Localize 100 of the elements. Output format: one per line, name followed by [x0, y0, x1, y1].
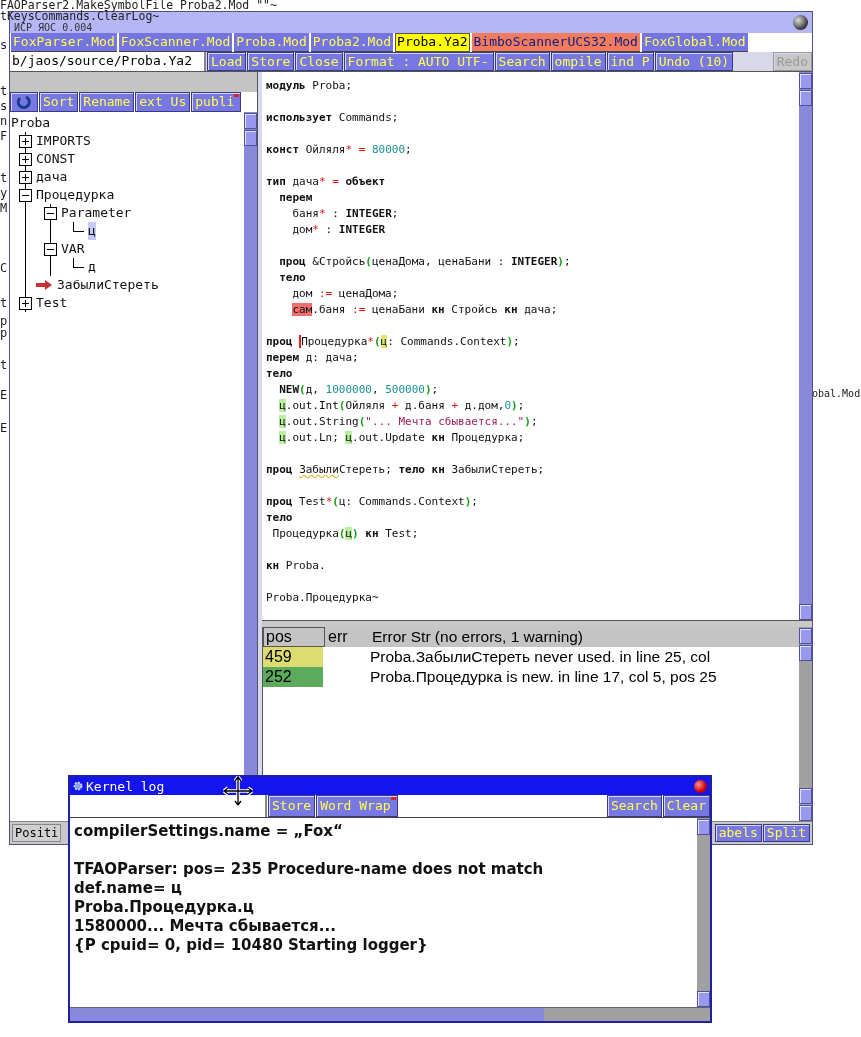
file-tab[interactable]: Proba.Mod — [234, 33, 309, 52]
code-line: перем д: дача; — [266, 350, 360, 366]
code-line: Процедурка(ц) кн Test; — [271, 526, 420, 542]
toolbar-button[interactable]: Close — [295, 52, 343, 71]
toolbar-button[interactable]: Search — [494, 52, 550, 71]
expand-toggle-icon[interactable] — [19, 134, 32, 148]
expand-toggle-icon[interactable] — [19, 170, 32, 184]
tree-item[interactable]: CONST — [36, 150, 76, 168]
tree-item[interactable]: ц — [88, 222, 96, 240]
file-tab[interactable]: FoxParser.Mod — [11, 33, 117, 52]
log-button[interactable]: Clear — [662, 795, 710, 817]
code-line: проц ЗабылиСтереть; тело кн ЗабылиСтереть; — [266, 462, 546, 478]
tree-button[interactable]: Rename — [79, 92, 135, 112]
status-button[interactable]: Positi — [12, 824, 62, 842]
tree-item[interactable]: Test — [36, 294, 68, 312]
column-header[interactable]: pos — [263, 627, 325, 647]
scrollbar[interactable] — [697, 818, 710, 1007]
table-cell-text: Proba.ЗабылиСтереть never used. in line 25, col — [369, 647, 712, 667]
code-line: кн Proba. — [266, 558, 327, 574]
desktop-text: M — [0, 201, 8, 215]
tree-item[interactable]: ЗабылиСтереть — [57, 276, 159, 294]
file-tab[interactable]: Proba.Ya2 — [395, 33, 470, 52]
tree-button[interactable]: ext Us — [135, 92, 191, 112]
expand-toggle-icon[interactable] — [44, 206, 57, 220]
expand-toggle-icon[interactable] — [19, 152, 32, 166]
file-tab[interactable]: FoxScanner.Mod — [118, 33, 233, 52]
code-line: конст Ойляля* = 80000; — [266, 142, 413, 158]
column-header[interactable]: err — [325, 627, 368, 647]
tree-item[interactable]: дача — [36, 168, 68, 186]
log-line: 1580000... Мечта сбывается... — [74, 917, 337, 936]
tree-item[interactable]: д — [88, 258, 96, 276]
code-line: дом* : INTEGER — [291, 222, 387, 238]
tree-button[interactable]: Sort — [39, 92, 79, 112]
gear-icon[interactable] — [73, 781, 83, 791]
code-line: использует Commands; — [266, 110, 400, 126]
desktop-text: t — [0, 171, 8, 185]
log-button[interactable]: Store — [268, 795, 316, 817]
column-header[interactable]: Error Str (no errors, 1 warning) — [368, 627, 799, 647]
desktop-text: F — [0, 129, 8, 143]
status-button[interactable]: Split — [762, 824, 810, 842]
tree-item[interactable]: Parameter — [61, 204, 132, 222]
desktop-text: E — [0, 388, 8, 402]
code-line: тело — [266, 510, 294, 526]
toolbar-button[interactable]: Load — [207, 52, 247, 71]
tree-item[interactable]: Proba — [11, 114, 51, 132]
code-line: сам.баня := ценаБани кн Стройсь кн дача; — [291, 302, 559, 318]
code-line: тело — [266, 366, 294, 382]
code-line: перем — [278, 190, 314, 206]
status-button[interactable]: abels — [714, 824, 762, 842]
code-line: тип дача* = объект — [266, 174, 387, 190]
window-button-icon[interactable] — [793, 15, 808, 30]
refresh-icon[interactable] — [10, 92, 38, 112]
log-button[interactable]: Search — [606, 795, 662, 817]
desktop-text: n — [0, 114, 8, 128]
arrow-icon — [35, 279, 53, 291]
file-tab[interactable]: FoxGlobal.Mod — [641, 33, 748, 52]
code-line: тело — [278, 270, 307, 286]
desktop-text: s — [0, 99, 8, 113]
file-tab[interactable]: BimboScannerUCS32.Mod — [471, 33, 640, 52]
scrollbar[interactable] — [799, 72, 812, 620]
code-line: NEW(д, 1000000, 500000); — [278, 382, 440, 398]
tree-item[interactable]: VAR — [61, 240, 85, 258]
expand-toggle-icon[interactable] — [19, 188, 32, 202]
toolbar-button[interactable]: ompile — [550, 52, 606, 71]
desktop-text: C — [0, 261, 8, 275]
code-line: ц.out.Int(Ойляля + д.баня + д.дом,0); — [278, 398, 526, 414]
window-title: Kernel log — [86, 778, 165, 794]
desktop-text: obal.Mod — [812, 388, 861, 399]
table-cell: 459 — [263, 647, 323, 667]
toggle-button[interactable]: Word Wrap — [316, 795, 398, 817]
toggle-button[interactable]: publi — [191, 92, 242, 112]
path-field[interactable]: b/jaos/source/Proba.Ya2 — [10, 52, 206, 71]
expand-toggle-icon[interactable] — [19, 296, 32, 310]
desktop-text: p — [0, 326, 8, 340]
desktop-text: s — [0, 38, 8, 52]
scrollbar[interactable] — [799, 627, 812, 821]
table-cell-text: Proba.Процедурка is new. in line 17, col 5, pos 25 — [369, 667, 718, 687]
toolbar-button[interactable]: Undo (10) — [654, 52, 734, 71]
log-line: Proba.Процедурка.ц — [74, 898, 255, 917]
file-tab[interactable]: Proba2.Mod — [310, 33, 394, 52]
close-icon[interactable] — [694, 779, 707, 793]
log-line: {P cpuid= 0, pid= 10480 Starting logger} — [74, 936, 429, 955]
desktop-text: FAOParser2.MakeSymbolFile Proba2.Mod ""~ — [0, 0, 277, 11]
tree-item[interactable]: IMPORTS — [36, 132, 91, 150]
desktop-text: t — [0, 84, 8, 98]
code-line: модуль Proba; — [266, 78, 354, 94]
code-line: баня* : INTEGER; — [291, 206, 400, 222]
log-line: TFAOParser: pos= 235 Procedure-name does not match — [74, 860, 545, 879]
expand-toggle-icon[interactable] — [44, 242, 57, 256]
scrollbar[interactable] — [70, 1007, 710, 1021]
toolbar-button[interactable]: ind P — [606, 52, 654, 71]
log-line: def.name= ц — [74, 879, 183, 898]
code-line: ц.out.Ln; ц.out.Update кн Процедурка; — [278, 430, 526, 446]
desktop-text: t — [0, 358, 8, 372]
desktop-text: y — [0, 186, 8, 200]
toolbar-button[interactable]: Store — [247, 52, 295, 71]
tree-item[interactable]: Процедурка — [36, 186, 115, 204]
toolbar-button[interactable]: Format : AUTO UTF- — [343, 52, 494, 71]
code-line: дом := ценаДома; — [291, 286, 400, 302]
window-title: ИСР ЯОС 0.004 — [14, 23, 93, 33]
